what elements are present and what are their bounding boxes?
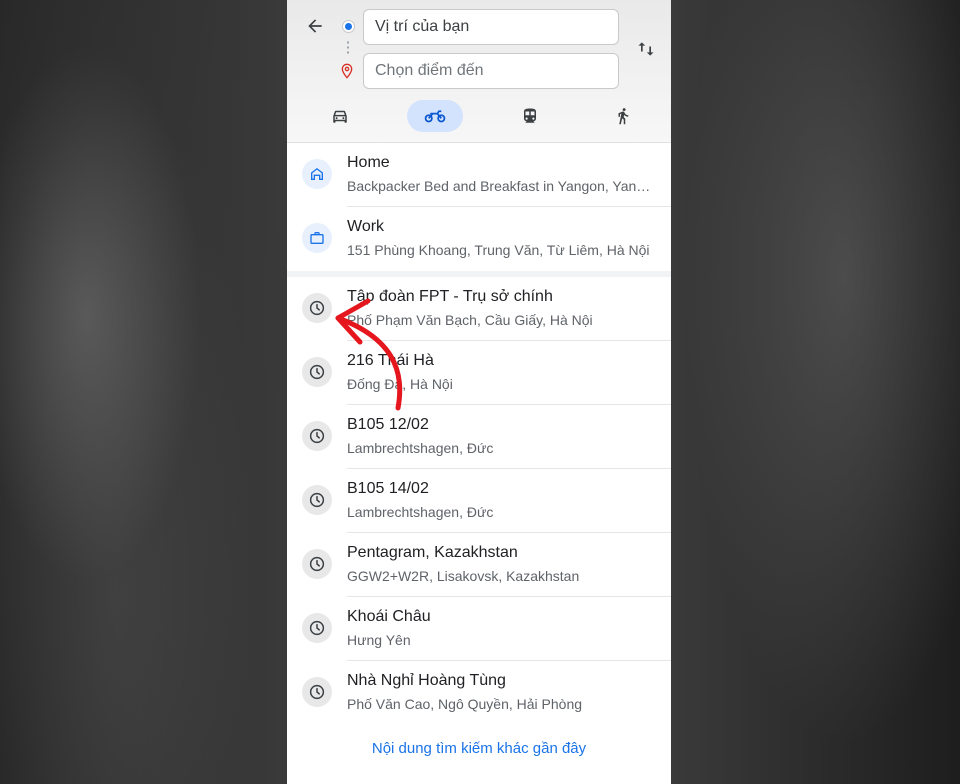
history-icon	[302, 549, 332, 579]
recent-place-address: Đống Đa, Hà Nội	[347, 376, 453, 392]
recent-place-item[interactable]: B105 14/02 Lambrechtshagen, Đức	[287, 469, 671, 533]
saved-place-address: 151 Phùng Khoang, Trung Văn, Từ Liêm, Hà…	[347, 242, 650, 258]
train-icon	[524, 108, 536, 123]
origin-input-value: Vị trí của bạn	[375, 18, 470, 35]
tab-transit[interactable]	[502, 100, 558, 132]
more-recent-searches-link[interactable]: Nội dung tìm kiếm khác gần đây	[287, 740, 671, 757]
places-list: Home Backpacker Bed and Breakfast in Yan…	[287, 143, 671, 725]
recent-place-title: B105 12/02	[347, 416, 429, 433]
tab-motorbike[interactable]	[407, 100, 463, 132]
recent-place-address: Hưng Yên	[347, 632, 411, 648]
briefcase-icon	[302, 223, 332, 253]
recent-place-item[interactable]: Khoái Châu Hưng Yên	[287, 597, 671, 661]
recent-place-item[interactable]: Nhà Nghỉ Hoàng Tùng Phố Văn Cao, Ngô Quy…	[287, 661, 671, 725]
recent-place-address: Lambrechtshagen, Đức	[347, 440, 494, 456]
recent-place-title: B105 14/02	[347, 480, 429, 497]
history-icon	[302, 421, 332, 451]
destination-input-placeholder: Chọn điểm đến	[375, 62, 484, 79]
travel-mode-tabs	[287, 100, 671, 132]
home-icon	[302, 159, 332, 189]
arrow-back-icon	[308, 19, 322, 33]
recent-place-item[interactable]: 216 Thái Hà Đống Đa, Hà Nội	[287, 341, 671, 405]
recent-place-title: Khoái Châu	[347, 608, 431, 625]
recent-place-item[interactable]: Pentagram, Kazakhstan GGW2+W2R, Lisakovs…	[287, 533, 671, 597]
history-icon	[302, 293, 332, 323]
origin-input[interactable]: Vị trí của bạn	[363, 9, 619, 45]
history-icon	[302, 485, 332, 515]
destination-pin-icon	[341, 63, 353, 79]
blurred-background-right	[671, 0, 960, 784]
saved-place-address: Backpacker Bed and Breakfast in Yangon, …	[347, 178, 655, 194]
recent-place-title: Tập đoàn FPT - Trụ sở chính	[347, 288, 553, 305]
current-location-dot-icon	[343, 21, 354, 32]
recent-place-title: Nhà Nghỉ Hoàng Tùng	[347, 672, 506, 689]
walk-icon	[618, 108, 629, 125]
recent-place-title: Pentagram, Kazakhstan	[347, 544, 518, 561]
recent-place-address: GGW2+W2R, Lisakovsk, Kazakhstan	[347, 568, 580, 584]
history-icon	[302, 357, 332, 387]
saved-place-home[interactable]: Home Backpacker Bed and Breakfast in Yan…	[287, 143, 671, 207]
recent-place-address: Phố Văn Cao, Ngô Quyền, Hải Phòng	[347, 696, 583, 712]
destination-input[interactable]: Chọn điểm đến	[363, 53, 619, 89]
recent-place-title: 216 Thái Hà	[347, 352, 434, 369]
tab-walking[interactable]	[595, 100, 651, 132]
route-dotted-line	[347, 40, 349, 56]
swap-vertical-icon	[638, 42, 654, 56]
swap-origin-destination-button[interactable]	[633, 36, 659, 62]
saved-place-work[interactable]: Work 151 Phùng Khoang, Trung Văn, Từ Liê…	[287, 207, 671, 271]
back-button[interactable]	[301, 12, 329, 40]
recent-place-item[interactable]: B105 12/02 Lambrechtshagen, Đức	[287, 405, 671, 469]
maps-directions-screen: Vị trí của bạn Chọn điểm đến Home Backpa…	[287, 0, 671, 784]
history-icon	[302, 677, 332, 707]
blurred-background-left	[0, 0, 287, 784]
motorbike-icon	[424, 110, 446, 123]
saved-place-title: Work	[347, 218, 385, 235]
directions-header: Vị trí của bạn Chọn điểm đến	[287, 0, 671, 143]
recent-place-address: Lambrechtshagen, Đức	[347, 504, 494, 520]
recent-place-address: Phố Phạm Văn Bạch, Cầu Giấy, Hà Nội	[347, 312, 593, 328]
tab-driving[interactable]	[312, 100, 368, 132]
saved-place-title: Home	[347, 154, 390, 171]
history-icon	[302, 613, 332, 643]
recent-place-item[interactable]: Tập đoàn FPT - Trụ sở chính Phố Phạm Văn…	[287, 277, 671, 341]
car-icon	[333, 110, 347, 123]
